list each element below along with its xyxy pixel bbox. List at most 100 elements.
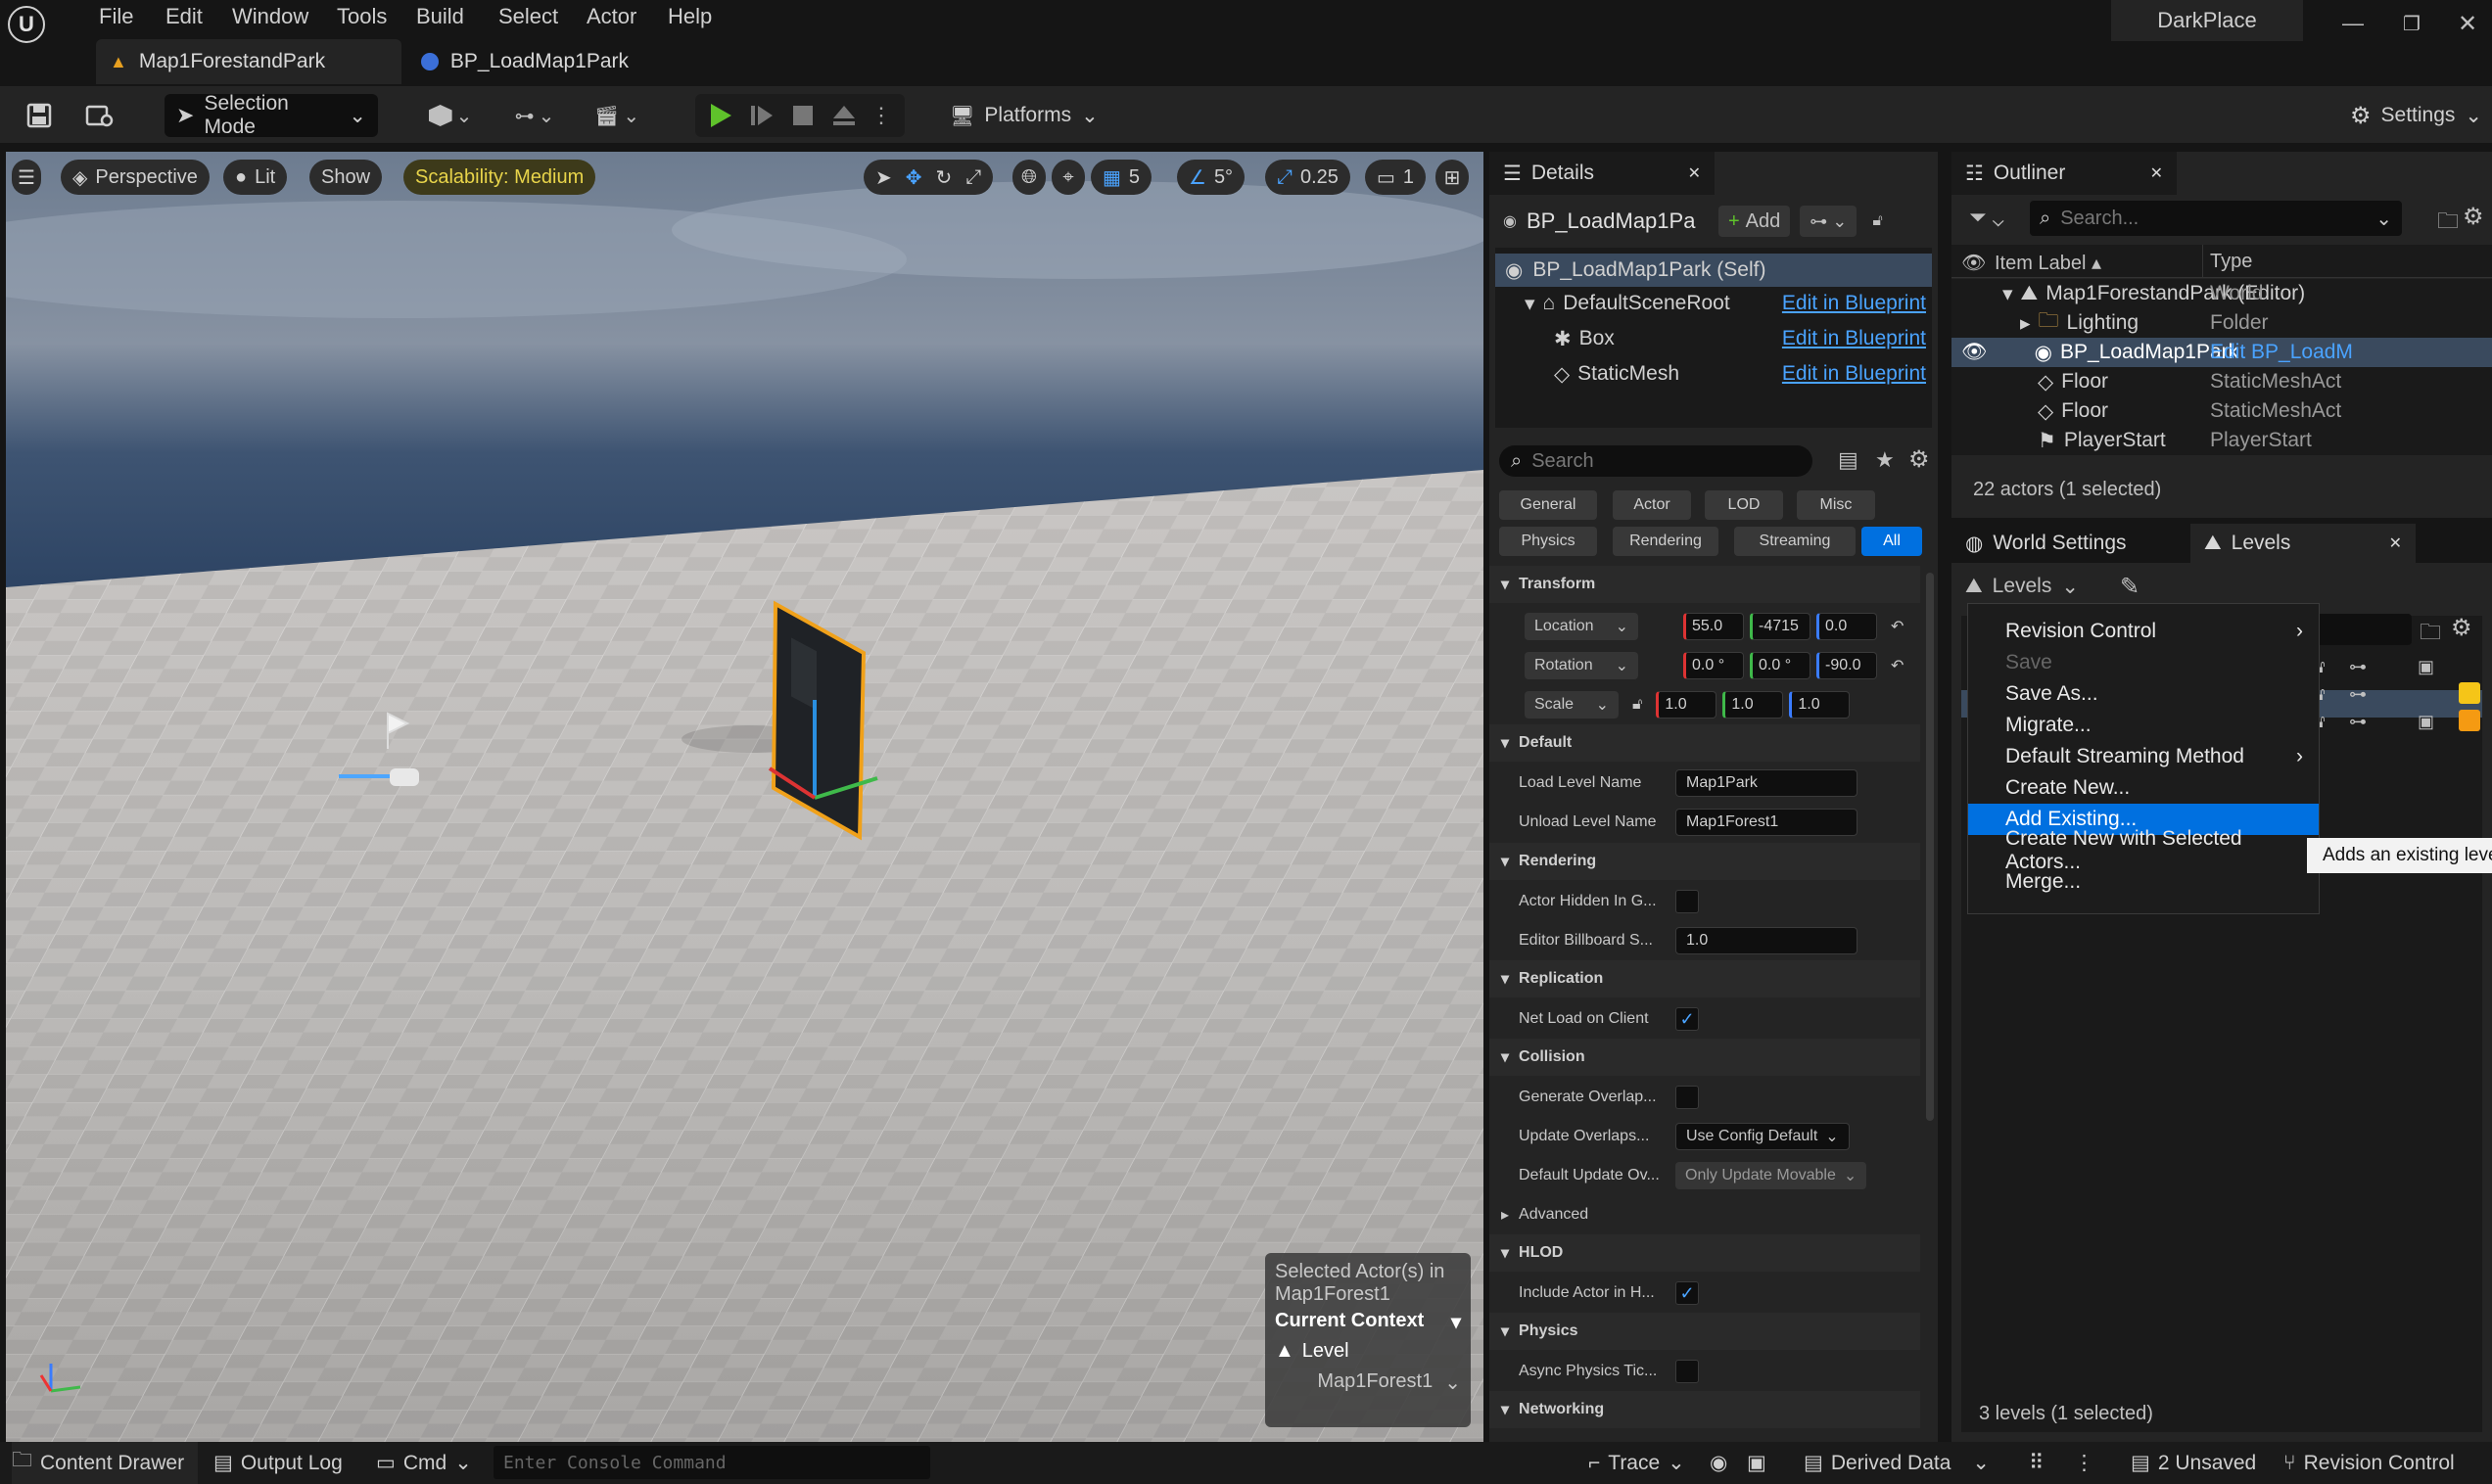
eject-icon[interactable] xyxy=(826,98,862,133)
component-row-defaultsceneroot[interactable]: ▾ ⌂ DefaultSceneRoot Edit in Blueprint xyxy=(1495,289,1932,318)
category-misc[interactable]: Misc xyxy=(1797,490,1875,520)
outliner-row-lighting[interactable]: ▸ 🗀︎ Lighting Folder xyxy=(1951,308,2492,338)
category-physics[interactable]: Physics xyxy=(1499,527,1597,556)
show-button[interactable]: Show xyxy=(309,160,383,195)
section-physics[interactable]: ▾ Physics xyxy=(1489,1313,1920,1350)
settings-dropdown[interactable]: ⚙ Settings ⌄ xyxy=(2338,94,2485,137)
save-level-icon[interactable]: ▣ xyxy=(2418,657,2434,677)
blueprint-graph-icon[interactable]: ⊶ xyxy=(2349,684,2367,705)
lock-icon[interactable]: 🔓︎ xyxy=(1632,696,1642,714)
section-networking[interactable]: ▾ Networking xyxy=(1489,1391,1920,1428)
menu-select[interactable]: Select xyxy=(498,0,558,33)
scale-tool-icon[interactable]: ⤢ xyxy=(965,166,981,189)
location-y-field[interactable]: -4715 xyxy=(1750,613,1810,640)
section-hlod[interactable]: ▾ HLOD xyxy=(1489,1234,1920,1272)
section-default[interactable]: ▾ Default xyxy=(1489,724,1920,762)
outliner-row-floor-1[interactable]: ◇ Floor StaticMeshAct xyxy=(1951,367,2492,396)
reset-icon[interactable]: ↶ xyxy=(1891,617,1904,636)
star-icon[interactable]: ★ xyxy=(1875,447,1895,473)
unload-level-input[interactable]: Map1Forest1 xyxy=(1675,809,1857,836)
add-component-button[interactable]: + Add xyxy=(1717,206,1791,237)
add-folder-icon[interactable]: 🗀︎ xyxy=(2437,205,2459,242)
menu-item-migrate[interactable]: Migrate... xyxy=(1968,710,2319,741)
menu-tools[interactable]: Tools xyxy=(337,0,387,33)
details-tab[interactable]: ☰ Details ✕ xyxy=(1489,152,1715,195)
world-settings-tab[interactable]: ◍ World Settings xyxy=(1951,524,2186,563)
menu-item-default-streaming-method[interactable]: Default Streaming Method › xyxy=(1968,741,2319,772)
browse-content-icon[interactable] xyxy=(82,98,118,133)
menu-build[interactable]: Build xyxy=(416,0,464,33)
output-log-button[interactable]: ▤ Output Log xyxy=(213,1442,343,1484)
async-physics-checkbox[interactable] xyxy=(1675,1360,1699,1383)
console-input[interactable]: Enter Console Command xyxy=(494,1446,930,1479)
menu-item-create-new[interactable]: Create New... xyxy=(1968,772,2319,804)
update-overlaps-dropdown[interactable]: Use Config Default ⌄ xyxy=(1675,1123,1850,1150)
grid-snap-control[interactable]: ▦ 5 xyxy=(1091,160,1152,195)
location-dropdown[interactable]: Location ⌄ xyxy=(1525,613,1638,640)
outliner-search-input[interactable]: ⌕ Search... ⌄ xyxy=(2030,201,2402,236)
revision-control-button[interactable]: ⑂ Revision Control xyxy=(2283,1442,2455,1484)
section-collision[interactable]: ▾ Collision xyxy=(1489,1039,1920,1076)
level-viewport[interactable]: ☰ ◈ Perspective ● Lit Show Scalability: Me… xyxy=(6,152,1483,1442)
rotation-x-field[interactable]: 0.0 ° xyxy=(1683,652,1744,679)
levels-dropdown[interactable]: ⛰︎ Levels ⌄ xyxy=(1965,569,2079,604)
unreal-logo-icon[interactable]: U xyxy=(8,6,45,43)
camera-icon[interactable]: ▣ xyxy=(1747,1442,1766,1484)
include-actor-checkbox[interactable]: ✓ xyxy=(1675,1281,1699,1305)
menu-help[interactable]: Help xyxy=(668,0,712,33)
selection-mode-dropdown[interactable]: ➤ Selection Mode ⌄ xyxy=(165,92,378,138)
component-row-box[interactable]: ✱ Box Edit in Blueprint xyxy=(1495,324,1932,353)
caret-down-icon[interactable]: ▾ xyxy=(1451,1310,1461,1334)
col-divider[interactable] xyxy=(2202,245,2203,278)
level-color-swatch-yellow[interactable] xyxy=(2459,682,2480,704)
outliner-row-world[interactable]: ▾ ⛰︎ Map1ForestandPark (Editor) World xyxy=(1951,279,2492,308)
edit-in-blueprint-link[interactable]: Edit in Blueprint xyxy=(1782,327,1926,350)
component-row-staticmesh[interactable]: ◇ StaticMesh Edit in Blueprint xyxy=(1495,359,1932,389)
save-icon[interactable] xyxy=(22,98,57,133)
menu-file[interactable]: File xyxy=(99,0,133,33)
scale-dropdown[interactable]: Scale ⌄ xyxy=(1525,691,1619,719)
select-tool-icon[interactable]: ➤ xyxy=(875,165,892,190)
minimize-icon[interactable]: — xyxy=(2333,6,2373,41)
scale-y-field[interactable]: 1.0 xyxy=(1722,691,1784,719)
category-rendering[interactable]: Rendering xyxy=(1613,527,1718,556)
add-actor-button[interactable]: ⌄ xyxy=(419,96,482,135)
content-drawer-button[interactable]: 🗀︎ Content Drawer xyxy=(12,1442,199,1484)
camera-speed-control[interactable]: ▭ 1 xyxy=(1365,160,1427,195)
pencil-icon[interactable]: ✎ xyxy=(2120,573,2139,601)
blueprint-button[interactable]: ⊶ ⌄ xyxy=(503,96,566,135)
more-icon[interactable]: ⋮ xyxy=(2074,1442,2094,1484)
menu-edit[interactable]: Edit xyxy=(165,0,203,33)
scale-z-field[interactable]: 1.0 xyxy=(1789,691,1851,719)
row-type-link[interactable]: Edit BP_LoadM xyxy=(2210,341,2353,364)
scale-x-field[interactable]: 1.0 xyxy=(1656,691,1717,719)
maximize-icon[interactable]: ❐ xyxy=(2392,6,2431,41)
record-icon[interactable]: ◉ xyxy=(1710,1442,1727,1484)
menu-window[interactable]: Window xyxy=(232,0,308,33)
billboard-scale-input[interactable]: 1.0 xyxy=(1675,927,1857,954)
menu-actor[interactable]: Actor xyxy=(587,0,636,33)
save-level-icon[interactable]: ▣ xyxy=(2418,712,2434,732)
menu-item-save-as[interactable]: Save As... xyxy=(1968,678,2319,710)
outliner-row-bp-loadmap1park[interactable]: 👁︎ ◉ BP_LoadMap1Park Edit BP_LoadM xyxy=(1951,338,2492,367)
category-streaming[interactable]: Streaming xyxy=(1734,527,1856,556)
rotation-z-field[interactable]: -90.0 xyxy=(1816,652,1877,679)
menu-item-merge[interactable]: Merge... xyxy=(1968,866,2319,898)
levels-tab[interactable]: ⛰︎ Levels ✕ xyxy=(2190,524,2416,563)
rotate-tool-icon[interactable]: ↻ xyxy=(936,165,953,190)
generate-overlap-checkbox[interactable] xyxy=(1675,1086,1699,1109)
col-item-label[interactable]: Item Label ▴ xyxy=(1995,251,2101,275)
reset-icon[interactable]: ↶ xyxy=(1891,656,1904,675)
actor-hidden-checkbox[interactable] xyxy=(1675,890,1699,913)
play-icon[interactable] xyxy=(703,98,738,133)
lock-icon[interactable]: 🔓︎ xyxy=(1872,212,1882,230)
unsaved-button[interactable]: ▤ 2 Unsaved xyxy=(2131,1442,2256,1484)
section-rendering[interactable]: ▾ Rendering xyxy=(1489,843,1920,880)
default-update-dropdown[interactable]: Only Update Movable ⌄ xyxy=(1675,1162,1867,1189)
filter-icon[interactable]: ⏷ ⌄ xyxy=(1969,205,2004,230)
surface-snap-toggle[interactable]: ⌖ xyxy=(1052,160,1085,195)
stop-icon[interactable] xyxy=(785,98,821,133)
scale-snap-control[interactable]: ⤢ 0.25 xyxy=(1265,160,1350,195)
scalability-button[interactable]: Scalability: Medium xyxy=(403,160,596,195)
menu-item-create-new-with-selected[interactable]: Create New with Selected Actors... xyxy=(1968,827,2319,873)
